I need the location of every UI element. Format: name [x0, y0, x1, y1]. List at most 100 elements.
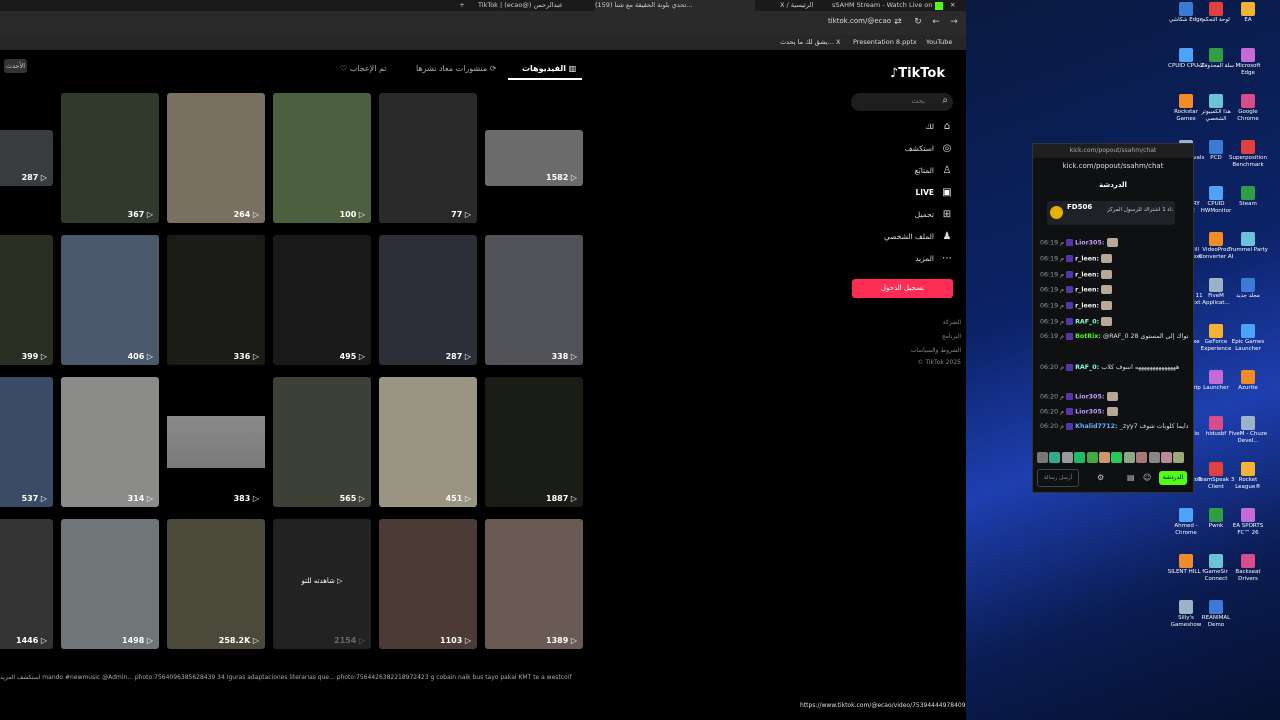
- video-thumbnail[interactable]: 1582: [485, 130, 583, 186]
- video-thumbnail[interactable]: 367: [61, 93, 159, 223]
- desktop-icon[interactable]: Epic Games Launcher: [1228, 324, 1268, 352]
- message-time: 06:20 م: [1040, 364, 1067, 371]
- video-thumbnail[interactable]: 264: [167, 93, 265, 223]
- chat-input[interactable]: أرسل رسالة: [1037, 469, 1079, 487]
- message-user[interactable]: RAF_0:: [1075, 319, 1101, 326]
- home-icon: ⌂: [943, 121, 951, 132]
- footer-link-company[interactable]: الشركة: [943, 319, 961, 326]
- kick-window-titlebar[interactable]: kick.com/popout/ssahm/chat: [1033, 144, 1193, 158]
- footer-link-terms[interactable]: الشروط والسياسات: [911, 347, 961, 354]
- video-thumbnail[interactable]: 406: [61, 235, 159, 365]
- settings-icon[interactable]: ⚙: [1097, 473, 1104, 482]
- view-count: 287: [22, 173, 47, 182]
- video-thumbnail[interactable]: 495: [273, 235, 371, 365]
- message-user[interactable]: Khalid7712:: [1075, 423, 1120, 430]
- desktop-icon[interactable]: Trummel Party: [1228, 232, 1268, 254]
- bookmark-presentation[interactable]: Presentation 8.pptx: [853, 38, 917, 46]
- video-thumbnail[interactable]: 338: [485, 235, 583, 365]
- search-input[interactable]: بحث ⌕: [851, 93, 953, 111]
- desktop-icon[interactable]: Backseat Drivers: [1228, 554, 1268, 582]
- tab-videos[interactable]: الفيديوهات ▥: [522, 64, 576, 73]
- message-user[interactable]: Lior305:: [1075, 409, 1106, 416]
- video-thumbnail[interactable]: 537: [0, 377, 53, 507]
- desktop-icon[interactable]: EA SPORTS FC™ 26: [1228, 508, 1268, 536]
- desktop-icon[interactable]: Microsoft Edge: [1228, 48, 1268, 76]
- video-thumbnail[interactable]: 258.2K: [167, 519, 265, 649]
- reload-icon[interactable]: ↻: [912, 16, 924, 28]
- message-user[interactable]: r_leen:: [1075, 303, 1101, 310]
- app-icon: [1241, 416, 1255, 430]
- login-button[interactable]: تسجيل الدخول: [852, 279, 953, 298]
- browser-tab[interactable]: TikTok | (ecao@) عبدالرحمن: [478, 0, 588, 11]
- video-thumbnail[interactable]: 287: [379, 235, 477, 365]
- desktop-icon-label: مجلد جديد: [1236, 293, 1260, 299]
- message-user[interactable]: r_leen:: [1075, 272, 1101, 279]
- desktop-icon[interactable]: مجلد جديد: [1228, 278, 1268, 300]
- app-icon: [1209, 324, 1223, 338]
- chat-message: 06:20 م RAF_0: ههههههههههههههه اسوف كلاب: [1040, 363, 1188, 373]
- message-time: 06:19 م: [1040, 255, 1067, 263]
- video-thumbnail[interactable]: 77: [379, 93, 477, 223]
- video-thumbnail[interactable]: 399: [0, 235, 53, 365]
- browser-tab[interactable]: X / الرئيسية: [780, 0, 820, 11]
- video-thumbnail[interactable]: 451: [379, 377, 477, 507]
- nav-item-live[interactable]: LIVE ▣: [844, 185, 954, 201]
- video-thumbnail[interactable]: 287: [0, 130, 53, 186]
- sort-latest-button[interactable]: الأحدث: [4, 59, 27, 73]
- message-user[interactable]: Lior305:: [1075, 240, 1106, 247]
- url-field[interactable]: tiktok.com/@ecao: [828, 17, 891, 25]
- close-icon[interactable]: ✕: [950, 0, 955, 11]
- tab-liked[interactable]: ♡ تم الإعجاب: [340, 64, 387, 73]
- desktop-icon[interactable]: FiveM - Chuze Devel...: [1228, 416, 1268, 444]
- nav-item-more[interactable]: المزيد ⋯: [844, 251, 954, 267]
- emote-picker-icon[interactable]: ☺: [1143, 473, 1151, 482]
- video-thumbnail[interactable]: 383: [167, 377, 265, 507]
- desktop-icon[interactable]: REANIMAL Demo: [1196, 600, 1236, 628]
- message-user[interactable]: r_leen:: [1075, 256, 1101, 263]
- tune-icon[interactable]: ⇄: [892, 16, 904, 28]
- emote-bar[interactable]: [1037, 452, 1187, 464]
- video-thumbnail[interactable]: 1887: [485, 377, 583, 507]
- nav-item-upload[interactable]: تحميل ⊞: [844, 207, 954, 223]
- desktop-icon[interactable]: Superposition Benchmark: [1228, 140, 1268, 168]
- video-thumbnail[interactable]: 1389: [485, 519, 583, 649]
- message-user[interactable]: r_leen:: [1075, 287, 1101, 294]
- message-user[interactable]: BotRix:: [1075, 333, 1103, 340]
- desktop-icon[interactable]: Azurite: [1228, 370, 1268, 392]
- desktop-icon[interactable]: Rocket League®: [1228, 462, 1268, 490]
- video-thumbnail[interactable]: 1498: [61, 519, 159, 649]
- new-tab-button[interactable]: +: [456, 0, 468, 11]
- footer-link-program[interactable]: البرنامج: [942, 333, 961, 340]
- message-time: 06:20 م: [1040, 408, 1067, 416]
- message-user[interactable]: RAF_0:: [1075, 364, 1101, 371]
- back-icon[interactable]: ←: [930, 16, 942, 28]
- video-thumbnail[interactable]: 336: [167, 235, 265, 365]
- video-thumbnail[interactable]: 565: [273, 377, 371, 507]
- emote-icon: [1101, 301, 1113, 310]
- video-thumbnail[interactable]: 1103: [379, 519, 477, 649]
- video-thumbnail[interactable]: 100: [273, 93, 371, 223]
- message-user[interactable]: Lior305:: [1075, 394, 1106, 401]
- nav-item-foryou[interactable]: لك ⌂: [844, 119, 954, 135]
- nav-item-following[interactable]: المتابَع ♙: [844, 163, 954, 179]
- desktop-icon[interactable]: EA: [1228, 2, 1268, 24]
- video-thumbnail[interactable]: 314: [61, 377, 159, 507]
- gift-icon[interactable]: ▤: [1127, 473, 1135, 482]
- nav-item-explore[interactable]: استكشف ◎: [844, 141, 954, 157]
- video-thumbnail[interactable]: شاهدته للتو ▷ 2154: [273, 519, 371, 649]
- forward-icon[interactable]: →: [948, 16, 960, 28]
- kick-chat-window: kick.com/popout/ssahm/chat kick.com/popo…: [1032, 143, 1194, 493]
- desktop-icon[interactable]: Steam: [1228, 186, 1268, 208]
- bookmark-x[interactable]: يشق لك ما يحدث... X: [780, 38, 840, 46]
- tiktok-logo[interactable]: ♪TikTok: [890, 66, 945, 81]
- video-thumbnail[interactable]: 1446: [0, 519, 53, 649]
- explore-more-strip[interactable]: استكشف المزيد mando #newmusic @Admin... …: [0, 674, 600, 686]
- chat-send-button[interactable]: الدردشة: [1159, 471, 1187, 485]
- browser-tab-active[interactable]: (159) تحدي بلونة الحقيقة مع شنا...: [595, 0, 755, 11]
- badge-icon: [1066, 255, 1074, 262]
- browser-tab[interactable]: sSAHM Stream - Watch Live on: [832, 0, 932, 11]
- tab-reposts[interactable]: منشورات معاد نشرها ⟳: [416, 64, 497, 73]
- desktop-icon[interactable]: Google Chrome: [1228, 94, 1268, 122]
- nav-item-profile[interactable]: الملف الشخصي ♟: [844, 229, 954, 245]
- bookmark-youtube[interactable]: YouTube: [926, 38, 952, 46]
